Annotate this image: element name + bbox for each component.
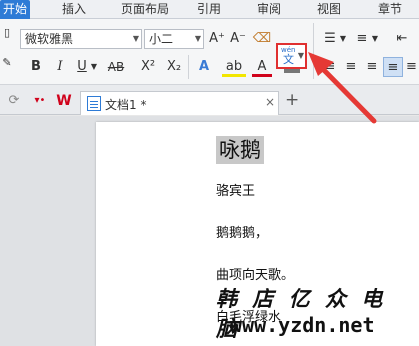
tab-review[interactable]: 审阅 <box>250 0 288 19</box>
document-tab[interactable]: 文档1 * × <box>80 91 279 115</box>
distribute-icon[interactable]: ≡ <box>404 57 419 77</box>
close-icon[interactable]: × <box>265 95 275 109</box>
ribbon-separator <box>313 23 314 79</box>
numbering-icon[interactable]: ≡ <box>352 29 372 49</box>
new-tab-icon[interactable]: + <box>285 90 299 110</box>
tab-chapter[interactable]: 章节 <box>370 0 410 19</box>
font-family-select[interactable]: 微软雅黑 ▼ <box>20 29 142 49</box>
strikethrough-button[interactable]: AB <box>104 57 128 77</box>
ribbon-separator <box>188 55 189 79</box>
document-tab-row: ⟳ ▾• W 文档1 * × + <box>0 85 419 115</box>
chevron-down-icon[interactable]: ▼ <box>338 29 348 49</box>
highlight-button[interactable]: ab <box>222 57 246 77</box>
tab-view[interactable]: 视图 <box>310 0 348 19</box>
clipboard-icon[interactable]: ▯ <box>0 23 14 43</box>
grow-font-button[interactable]: A⁺ <box>207 29 227 49</box>
justify-icon[interactable]: ≡ <box>383 57 403 77</box>
watermark-url: www.yzdn.net <box>230 313 375 337</box>
font-color-button[interactable]: A <box>252 57 272 77</box>
document-tab-title: 文档1 * <box>105 98 147 112</box>
pin-icon[interactable]: ▾• <box>30 91 50 111</box>
chevron-down-icon[interactable]: ▼ <box>370 29 380 49</box>
align-left-icon[interactable]: ≡ <box>320 57 340 77</box>
poem-title-text: 咏鹅 <box>216 136 264 164</box>
poem-line[interactable]: 曲项向天歌。 <box>216 264 294 283</box>
pinyin-guide-button[interactable]: wén 文 ▼ <box>276 43 307 69</box>
font-size-select[interactable]: 小二 ▼ <box>144 29 204 49</box>
indent-icon[interactable]: ⇤ <box>392 29 412 49</box>
bullets-icon[interactable]: ☰ <box>320 29 340 49</box>
tab-insert[interactable]: 插入 <box>52 0 96 19</box>
pinyin-icon: wén 文 <box>281 46 299 66</box>
chevron-down-icon: ▼ <box>132 34 139 43</box>
ribbon: ▯ ✎ 微软雅黑 ▼ 小二 ▼ A⁺ A⁻ ⌫ B I U ▼ AB X² X₂… <box>0 19 419 85</box>
tab-home[interactable]: 开始 <box>0 0 30 19</box>
poem-title[interactable]: 咏鹅 <box>216 134 264 164</box>
clear-format-icon[interactable]: ⌫ <box>252 29 272 49</box>
poem-author[interactable]: 骆宾王 <box>216 180 255 199</box>
wps-logo-icon[interactable]: W <box>54 91 74 111</box>
subscript-button[interactable]: X₂ <box>162 57 186 77</box>
tab-page-layout[interactable]: 页面布局 <box>110 0 180 19</box>
superscript-button[interactable]: X² <box>136 57 160 77</box>
font-family-value: 微软雅黑 <box>25 32 74 46</box>
text-effect-button[interactable]: A <box>194 57 214 77</box>
shrink-font-button[interactable]: A⁻ <box>228 29 248 49</box>
tab-references[interactable]: 引用 <box>190 0 228 19</box>
pinyin-bottom-label: 文 <box>283 53 294 66</box>
italic-button[interactable]: I <box>50 57 70 77</box>
ribbon-tab-bar: 开始 插入 页面布局 引用 审阅 视图 章节 <box>0 0 419 19</box>
chevron-down-icon: ▼ <box>297 51 304 60</box>
refresh-icon[interactable]: ⟳ <box>4 91 24 111</box>
poem-line[interactable]: 鹅鹅鹅， <box>216 222 268 241</box>
align-right-icon[interactable]: ≡ <box>362 57 382 77</box>
format-painter-icon[interactable]: ✎ <box>0 53 14 73</box>
document-icon <box>87 96 101 111</box>
bold-button[interactable]: B <box>26 57 46 77</box>
align-center-icon[interactable]: ≡ <box>341 57 361 77</box>
chevron-down-icon: ▼ <box>194 34 201 43</box>
font-size-value: 小二 <box>149 32 174 46</box>
chevron-down-icon[interactable]: ▼ <box>88 57 100 77</box>
